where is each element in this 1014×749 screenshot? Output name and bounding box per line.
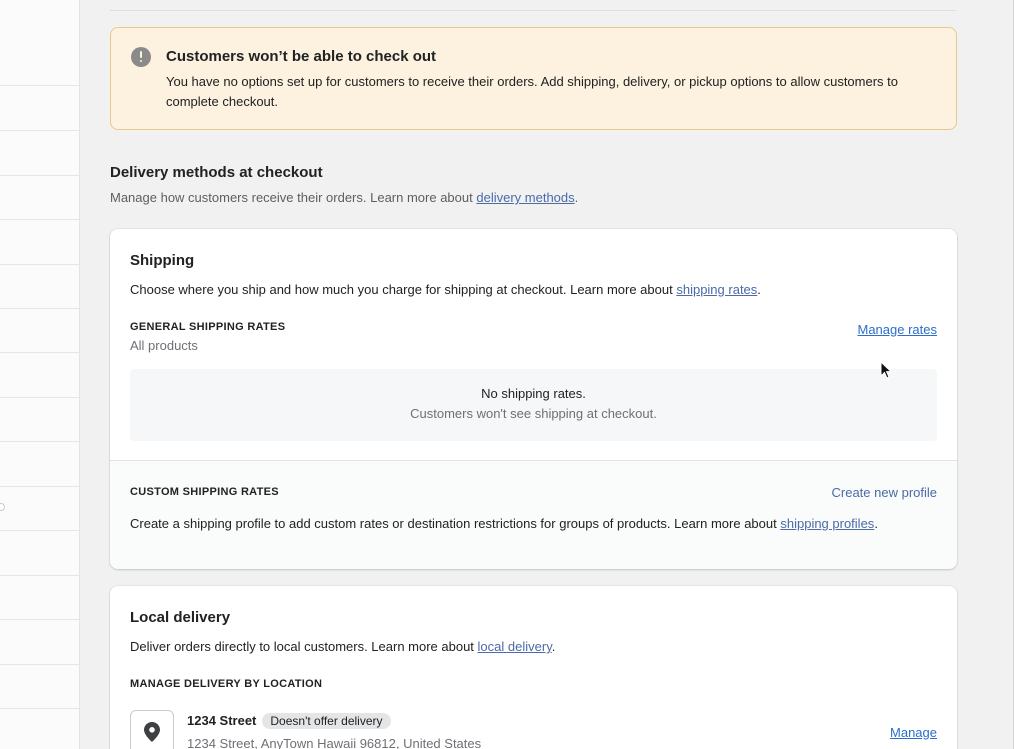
delivery-methods-subtitle: Manage how customers receive their order…: [110, 190, 578, 205]
sidebar-radio[interactable]: [0, 503, 5, 511]
sidebar-divider: [0, 308, 80, 309]
sidebar-divider: [0, 352, 80, 353]
delivery-methods-title: Delivery methods at checkout: [110, 164, 323, 181]
shipping-desc-text: Choose where you ship and how much you c…: [130, 282, 677, 297]
sidebar-divider: [0, 219, 80, 220]
sidebar: [0, 0, 80, 749]
sidebar-divider: [0, 85, 80, 86]
shipping-description: Choose where you ship and how much you c…: [130, 282, 761, 297]
sidebar-divider: [0, 130, 80, 131]
local-desc-suffix: .: [551, 639, 556, 654]
checkout-warning-banner: Customers won’t be able to check out You…: [110, 27, 957, 130]
custom-desc-text: Create a shipping profile to add custom …: [130, 516, 781, 531]
empty-line1: No shipping rates.: [481, 386, 586, 401]
location-name-row: 1234 Street Doesn't offer delivery: [187, 713, 391, 729]
shipping-desc-suffix: .: [757, 282, 761, 297]
shipping-profiles-link[interactable]: shipping profiles: [780, 516, 874, 531]
alert-circle-icon: [131, 47, 151, 67]
shipping-rates-link[interactable]: shipping rates: [676, 282, 757, 297]
sidebar-divider: [0, 441, 80, 442]
local-desc-text: Deliver orders directly to local custome…: [130, 639, 478, 654]
sidebar-divider: [0, 486, 80, 487]
banner-body: You have no options set up for customers…: [166, 74, 899, 109]
sidebar-divider: [0, 397, 80, 398]
create-new-profile-button[interactable]: Create new profile: [832, 485, 938, 500]
subtitle-text: Manage how customers receive their order…: [110, 190, 477, 205]
no-shipping-rates-box: No shipping rates. Customers won't see s…: [130, 369, 937, 441]
location-name: 1234 Street: [187, 713, 257, 728]
local-delivery-link[interactable]: local delivery: [478, 639, 552, 654]
sidebar-divider: [0, 530, 80, 531]
custom-shipping-rates-label: CUSTOM SHIPPING RATES: [130, 486, 279, 498]
top-divider: [110, 10, 956, 11]
local-delivery-description: Deliver orders directly to local custome…: [130, 639, 555, 654]
manage-delivery-by-location-label: MANAGE DELIVERY BY LOCATION: [130, 678, 323, 690]
general-shipping-sub: All products: [130, 338, 198, 353]
mouse-pointer-icon: [880, 361, 892, 379]
manage-location-link[interactable]: Manage: [890, 725, 937, 740]
shipping-card: Shipping Choose where you ship and how m…: [110, 229, 957, 569]
empty-line2: Customers won't see shipping at checkout…: [410, 406, 657, 421]
subtitle-suffix: .: [574, 190, 579, 205]
sidebar-divider: [0, 175, 80, 176]
general-shipping-rates-label: GENERAL SHIPPING RATES: [130, 321, 286, 333]
sidebar-divider: [0, 575, 80, 576]
shipping-title: Shipping: [130, 252, 195, 269]
sidebar-divider: [0, 619, 80, 620]
delivery-methods-link[interactable]: delivery methods: [476, 190, 574, 205]
local-delivery-title: Local delivery: [130, 609, 231, 626]
location-address: 1234 Street, AnyTown Hawaii 96812, Unite…: [187, 736, 482, 749]
custom-shipping-section: CUSTOM SHIPPING RATES Create new profile…: [110, 460, 957, 569]
custom-desc-suffix: .: [874, 516, 878, 531]
local-delivery-card: Local delivery Deliver orders directly t…: [110, 586, 957, 749]
status-badge: Doesn't offer delivery: [262, 713, 391, 729]
banner-title: Customers won’t be able to check out: [166, 48, 437, 65]
location-thumbnail: [130, 710, 174, 749]
sidebar-divider: [0, 664, 80, 665]
custom-shipping-description: Create a shipping profile to add custom …: [130, 514, 930, 534]
sidebar-divider: [0, 264, 80, 265]
sidebar-divider: [0, 708, 80, 709]
manage-rates-link[interactable]: Manage rates: [858, 322, 938, 337]
location-pin-icon: [144, 722, 160, 742]
